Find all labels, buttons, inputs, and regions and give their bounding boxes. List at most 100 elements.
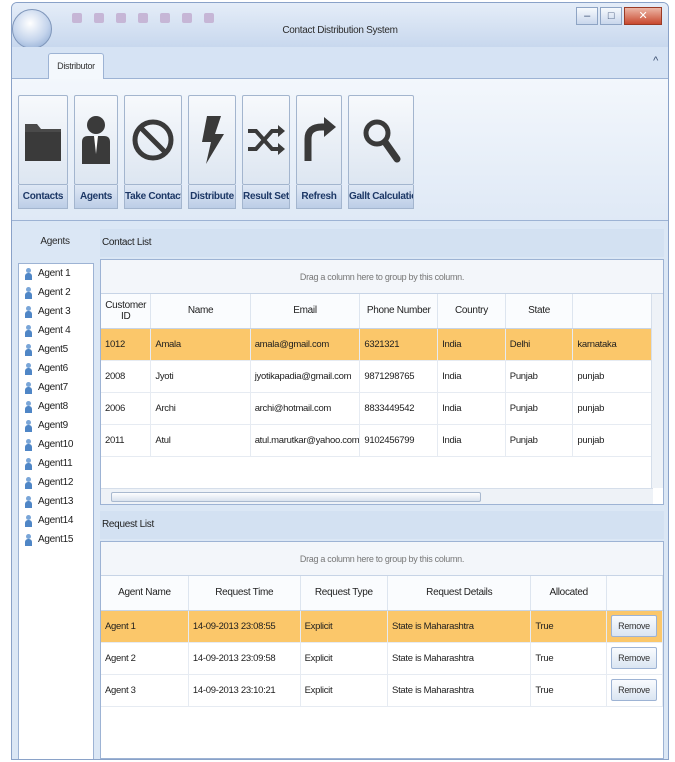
list-item[interactable]: Agent 2 — [19, 283, 93, 302]
list-item[interactable]: Agent15 — [19, 530, 93, 549]
group-by-area[interactable]: Drag a column here to group by this colu… — [101, 542, 663, 576]
table-row[interactable]: Agent 2 14-09-2013 23:09:58 Explicit Sta… — [101, 642, 663, 675]
distribute-button[interactable]: Distribute — [188, 95, 236, 213]
remove-button[interactable]: Remove — [611, 647, 657, 669]
agent-name: Agent11 — [38, 458, 73, 469]
table-cell: Agent 3 — [101, 674, 189, 707]
refresh-label: Refresh — [296, 185, 342, 209]
agent-name: Agent10 — [38, 439, 74, 450]
table-cell: 2011 — [101, 424, 152, 457]
agents-panel: Agents Agent 1 Agent 2 Agent 3 Agent 4 A… — [12, 227, 98, 759]
column-header[interactable]: Country — [437, 294, 506, 329]
list-item[interactable]: Agent 1 — [19, 264, 93, 283]
table-cell: 14-09-2013 23:08:55 — [188, 610, 301, 643]
column-header[interactable]: Agent Name — [101, 576, 189, 611]
column-header[interactable]: Customer ID — [101, 294, 152, 329]
list-item[interactable]: Agent14 — [19, 511, 93, 530]
tab-distributor[interactable]: Distributor — [48, 53, 104, 79]
scrollbar-thumb[interactable] — [111, 492, 481, 502]
column-header[interactable]: Name — [150, 294, 251, 329]
list-item[interactable]: Agent5 — [19, 340, 93, 359]
table-row[interactable]: Agent 1 14-09-2013 23:08:55 Explicit Sta… — [101, 610, 663, 643]
group-by-area[interactable]: Drag a column here to group by this colu… — [101, 260, 663, 294]
table-cell: 14-09-2013 23:10:21 — [188, 674, 301, 707]
list-item[interactable]: Agent13 — [19, 492, 93, 511]
list-item[interactable]: Agent7 — [19, 378, 93, 397]
column-header — [606, 576, 663, 611]
table-cell: 8833449542 — [359, 392, 439, 425]
table-cell: archi@hotmail.com — [250, 392, 361, 425]
result-set-button[interactable]: Result Set — [242, 95, 290, 213]
column-header[interactable] — [572, 294, 663, 329]
column-header[interactable]: Email — [250, 294, 361, 329]
contact-vertical-scrollbar[interactable] — [651, 294, 663, 488]
list-item[interactable]: Agent8 — [19, 397, 93, 416]
contact-horizontal-scrollbar[interactable] — [101, 488, 653, 504]
contact-table: Customer ID Name Email Phone Number Coun… — [101, 294, 663, 457]
column-header[interactable]: Allocated — [530, 576, 607, 611]
table-row[interactable]: Agent 3 14-09-2013 23:10:21 Explicit Sta… — [101, 674, 663, 707]
person-icon — [25, 438, 32, 451]
list-item[interactable]: Agent 3 — [19, 302, 93, 321]
minimize-button[interactable]: – — [576, 7, 598, 25]
agent-name: Agent 2 — [38, 287, 71, 298]
person-icon — [25, 362, 32, 375]
ribbon-tab-bar: Distributor ^ — [12, 47, 668, 79]
list-item[interactable]: Agent10 — [19, 435, 93, 454]
contact-grid: Drag a column here to group by this colu… — [100, 259, 664, 505]
list-item[interactable]: Agent 4 — [19, 321, 93, 340]
shuffle-icon — [242, 95, 290, 185]
agent-name: Agent14 — [38, 515, 74, 526]
maximize-button[interactable]: □ — [600, 7, 622, 25]
table-cell: jyotikapadia@gmail.com — [250, 360, 361, 393]
remove-button[interactable]: Remove — [611, 679, 657, 701]
person-icon — [25, 305, 32, 318]
agent-name: Agent5 — [38, 344, 68, 355]
table-cell: True — [530, 674, 607, 707]
table-cell: Amala — [150, 328, 251, 361]
agents-panel-header: Agents — [40, 236, 70, 247]
take-contacts-button[interactable]: Take Contacts — [124, 95, 182, 213]
agent-name: Agent12 — [38, 477, 74, 488]
list-item[interactable]: Agent6 — [19, 359, 93, 378]
column-header[interactable]: State — [505, 294, 574, 329]
table-cell: 14-09-2013 23:09:58 — [188, 642, 301, 675]
table-cell: amala@gmail.com — [250, 328, 361, 361]
request-table: Agent Name Request Time Request Type Req… — [101, 576, 663, 707]
table-row[interactable]: 2008 Jyoti jyotikapadia@gmail.com 987129… — [101, 360, 663, 393]
agent-name: Agent 3 — [38, 306, 71, 317]
list-item[interactable]: Agent12 — [19, 473, 93, 492]
distribute-label: Distribute — [188, 185, 236, 209]
list-item[interactable]: Agent11 — [19, 454, 93, 473]
contacts-button[interactable]: Contacts — [18, 95, 68, 213]
person-icon — [25, 324, 32, 337]
agent-list[interactable]: Agent 1 Agent 2 Agent 3 Agent 4 Agent5 A… — [18, 263, 94, 759]
table-cell: 6321321 — [359, 328, 439, 361]
column-header[interactable]: Request Time — [188, 576, 301, 611]
person-icon — [25, 419, 32, 432]
list-item[interactable]: Agent9 — [19, 416, 93, 435]
gallt-calculation-button[interactable]: Gallt Calculation — [348, 95, 414, 213]
agent-name: Agent7 — [38, 382, 68, 393]
agents-button[interactable]: Agents — [74, 95, 118, 213]
remove-button[interactable]: Remove — [611, 615, 657, 637]
column-header[interactable]: Phone Number — [359, 294, 439, 329]
table-row[interactable]: 2006 Archi archi@hotmail.com 8833449542 … — [101, 392, 663, 425]
table-cell: 2006 — [101, 392, 152, 425]
table-row[interactable]: 2011 Atul atul.marutkar@yahoo.com 910245… — [101, 424, 663, 457]
person-icon — [25, 476, 32, 489]
refresh-button[interactable]: Refresh — [296, 95, 342, 213]
table-cell: Jyoti — [150, 360, 251, 393]
column-header[interactable]: Request Type — [300, 576, 389, 611]
table-cell: Explicit — [300, 674, 389, 707]
table-cell: India — [437, 392, 506, 425]
table-cell: Archi — [150, 392, 251, 425]
close-button[interactable]: ✕ — [624, 7, 662, 25]
table-cell: atul.marutkar@yahoo.com — [250, 424, 361, 457]
action-cell: Remove — [606, 610, 663, 643]
ribbon-collapse-button[interactable]: ^ — [653, 55, 658, 67]
table-row[interactable]: 1012 Amala amala@gmail.com 6321321 India… — [101, 328, 663, 361]
table-cell: 9871298765 — [359, 360, 439, 393]
column-header[interactable]: Request Details — [387, 576, 532, 611]
table-cell: Agent 2 — [101, 642, 189, 675]
